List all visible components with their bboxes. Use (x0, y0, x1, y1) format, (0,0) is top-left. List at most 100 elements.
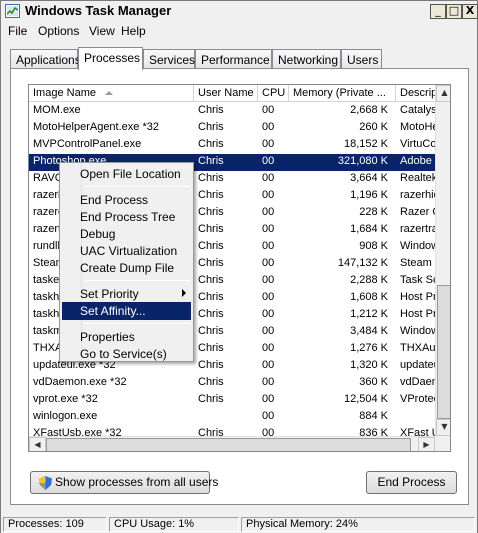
tab-services[interactable]: Services (143, 49, 195, 69)
cell-desc: Catalyst (400, 104, 440, 116)
column-image-name[interactable]: Image Name (29, 85, 194, 102)
menu-separator (84, 280, 190, 281)
menu-item-set-priority[interactable]: Set Priority (62, 285, 191, 303)
show-all-processes-button[interactable]: Show processes from all users (30, 471, 218, 497)
maximize-button[interactable]: □ (446, 4, 462, 19)
close-button[interactable]: X (462, 4, 478, 19)
table-row[interactable]: winlogon.exe 00 884 K (29, 409, 435, 426)
table-row[interactable]: MotoHelperAgent.exe *32 Chris 00 260 K MotoH… (29, 120, 440, 137)
table-row[interactable]: vdDaemon.exe *32 Chris 00 360 K vdDaemon (29, 375, 440, 392)
column-header-row: Image Name User Name CPU Memory (Private… (29, 85, 450, 102)
cell-desc: updateui. (400, 359, 440, 371)
cell-desc: VirtuCont (400, 138, 440, 150)
column-memory[interactable]: Memory (Private ... (289, 85, 396, 102)
menu-item-uac-virtualization[interactable]: UAC Virtualization (62, 242, 191, 260)
cell-desc: MotoHelp (400, 121, 440, 133)
cell-user: Chris (198, 393, 224, 405)
cell-cpu: 00 (262, 274, 275, 286)
show-all-processes-label: Show processes from all users (55, 475, 219, 489)
menu-bar: File Options View Help (1, 22, 477, 40)
horizontal-scrollbar[interactable]: ◀ ▶ (29, 436, 435, 451)
cell-desc: Adobe Ph (400, 155, 440, 167)
cell-user: Chris (198, 104, 224, 116)
menu-item-properties[interactable]: Properties (62, 328, 191, 346)
menu-file[interactable]: File (8, 24, 27, 38)
menu-view[interactable]: View (89, 24, 115, 38)
cell-mem: 12,504 K (343, 393, 388, 405)
cell-desc: Razer OF (400, 206, 440, 218)
tab-processes[interactable]: Processes (78, 47, 143, 70)
table-row[interactable]: MVPControlPanel.exe Chris 00 18,152 K VirtuC… (29, 137, 440, 154)
menu-item-open-file-location[interactable]: Open File Location (62, 165, 191, 183)
cell-desc: Task Sche (400, 274, 440, 286)
cell-user: Chris (198, 121, 224, 133)
cell-mem: 1,196 K (350, 189, 388, 201)
cell-mem: 228 K (359, 206, 388, 218)
cell-name: winlogon.exe (33, 410, 98, 422)
cell-user: Chris (198, 257, 224, 269)
sort-ascending-icon (105, 91, 113, 95)
scroll-down-button[interactable]: ▼ (436, 419, 450, 436)
horizontal-scroll-thumb[interactable] (46, 438, 411, 451)
menu-options[interactable]: Options (38, 24, 79, 38)
cell-mem: 260 K (359, 121, 388, 133)
submenu-arrow-icon (182, 289, 186, 297)
scroll-right-button[interactable]: ▶ (418, 437, 435, 451)
column-cpu[interactable]: CPU (258, 85, 289, 102)
menu-help[interactable]: Help (121, 24, 146, 38)
menu-item-end-process[interactable]: End Process (62, 191, 191, 209)
vertical-scroll-thumb[interactable] (437, 285, 450, 419)
cell-cpu: 00 (262, 393, 275, 405)
table-row[interactable]: vprot.exe *32 Chris 00 12,504 K VProtect (29, 392, 440, 409)
cell-cpu: 00 (262, 240, 275, 252)
cell-desc: VProtect (400, 393, 440, 405)
end-process-button[interactable]: End Process (366, 471, 457, 494)
cell-mem: 1,320 K (350, 359, 388, 371)
cell-name: MOM.exe (33, 104, 81, 116)
cell-mem: 360 K (359, 376, 388, 388)
tab-networking[interactable]: Networking (272, 49, 341, 69)
status-physical-memory: Physical Memory: 24% (241, 517, 475, 532)
scroll-left-button[interactable]: ◀ (29, 437, 46, 451)
menu-item-end-process-tree[interactable]: End Process Tree (62, 208, 191, 226)
table-row[interactable]: MOM.exe Chris 00 2,668 K Catalyst (29, 103, 440, 120)
menu-item-create-dump-file[interactable]: Create Dump File (62, 259, 191, 277)
cell-mem: 321,080 K (337, 155, 388, 167)
cell-mem: 1,276 K (350, 342, 388, 354)
cell-desc: Host Proc (400, 308, 440, 320)
cell-mem: 147,132 K (337, 257, 388, 269)
cell-user: Chris (198, 189, 224, 201)
cell-desc: Realtek H (400, 172, 440, 184)
cell-name: vprot.exe *32 (33, 393, 98, 405)
menu-item-set-affinity[interactable]: Set Affinity... (62, 302, 191, 320)
menu-item-debug[interactable]: Debug (62, 225, 191, 243)
vertical-scrollbar[interactable]: ▲ ▼ (435, 85, 450, 436)
tab-applications[interactable]: Applications (10, 49, 81, 69)
menu-item-go-to-services[interactable]: Go to Service(s) (62, 345, 191, 363)
cell-desc: Steam (400, 257, 432, 269)
cell-cpu: 00 (262, 359, 275, 371)
minimize-button[interactable]: _ (430, 4, 446, 19)
column-user-name[interactable]: User Name (194, 85, 258, 102)
status-processes: Processes: 109 (3, 517, 107, 532)
window-title: Windows Task Manager (25, 3, 172, 18)
cell-mem: 1,212 K (350, 308, 388, 320)
scroll-up-button[interactable]: ▲ (436, 85, 450, 102)
cell-mem: 3,664 K (350, 172, 388, 184)
cell-cpu: 00 (262, 172, 275, 184)
cell-name: MVPControlPanel.exe (33, 138, 142, 150)
cell-cpu: 00 (262, 342, 275, 354)
status-cpu-usage: CPU Usage: 1% (109, 517, 239, 532)
cell-desc: Windows (400, 325, 440, 337)
cell-user: Chris (198, 223, 224, 235)
cell-name: vdDaemon.exe *32 (33, 376, 127, 388)
cell-desc: Host Proc (400, 291, 440, 303)
cell-user: Chris (198, 206, 224, 218)
title-bar[interactable]: Windows Task Manager _ □ X (1, 1, 478, 22)
uac-shield-icon (39, 476, 52, 497)
tab-users[interactable]: Users (341, 49, 382, 69)
cell-user: Chris (198, 291, 224, 303)
tab-performance[interactable]: Performance (195, 49, 272, 69)
cell-user: Chris (198, 274, 224, 286)
cell-desc: razerhid (400, 189, 440, 201)
